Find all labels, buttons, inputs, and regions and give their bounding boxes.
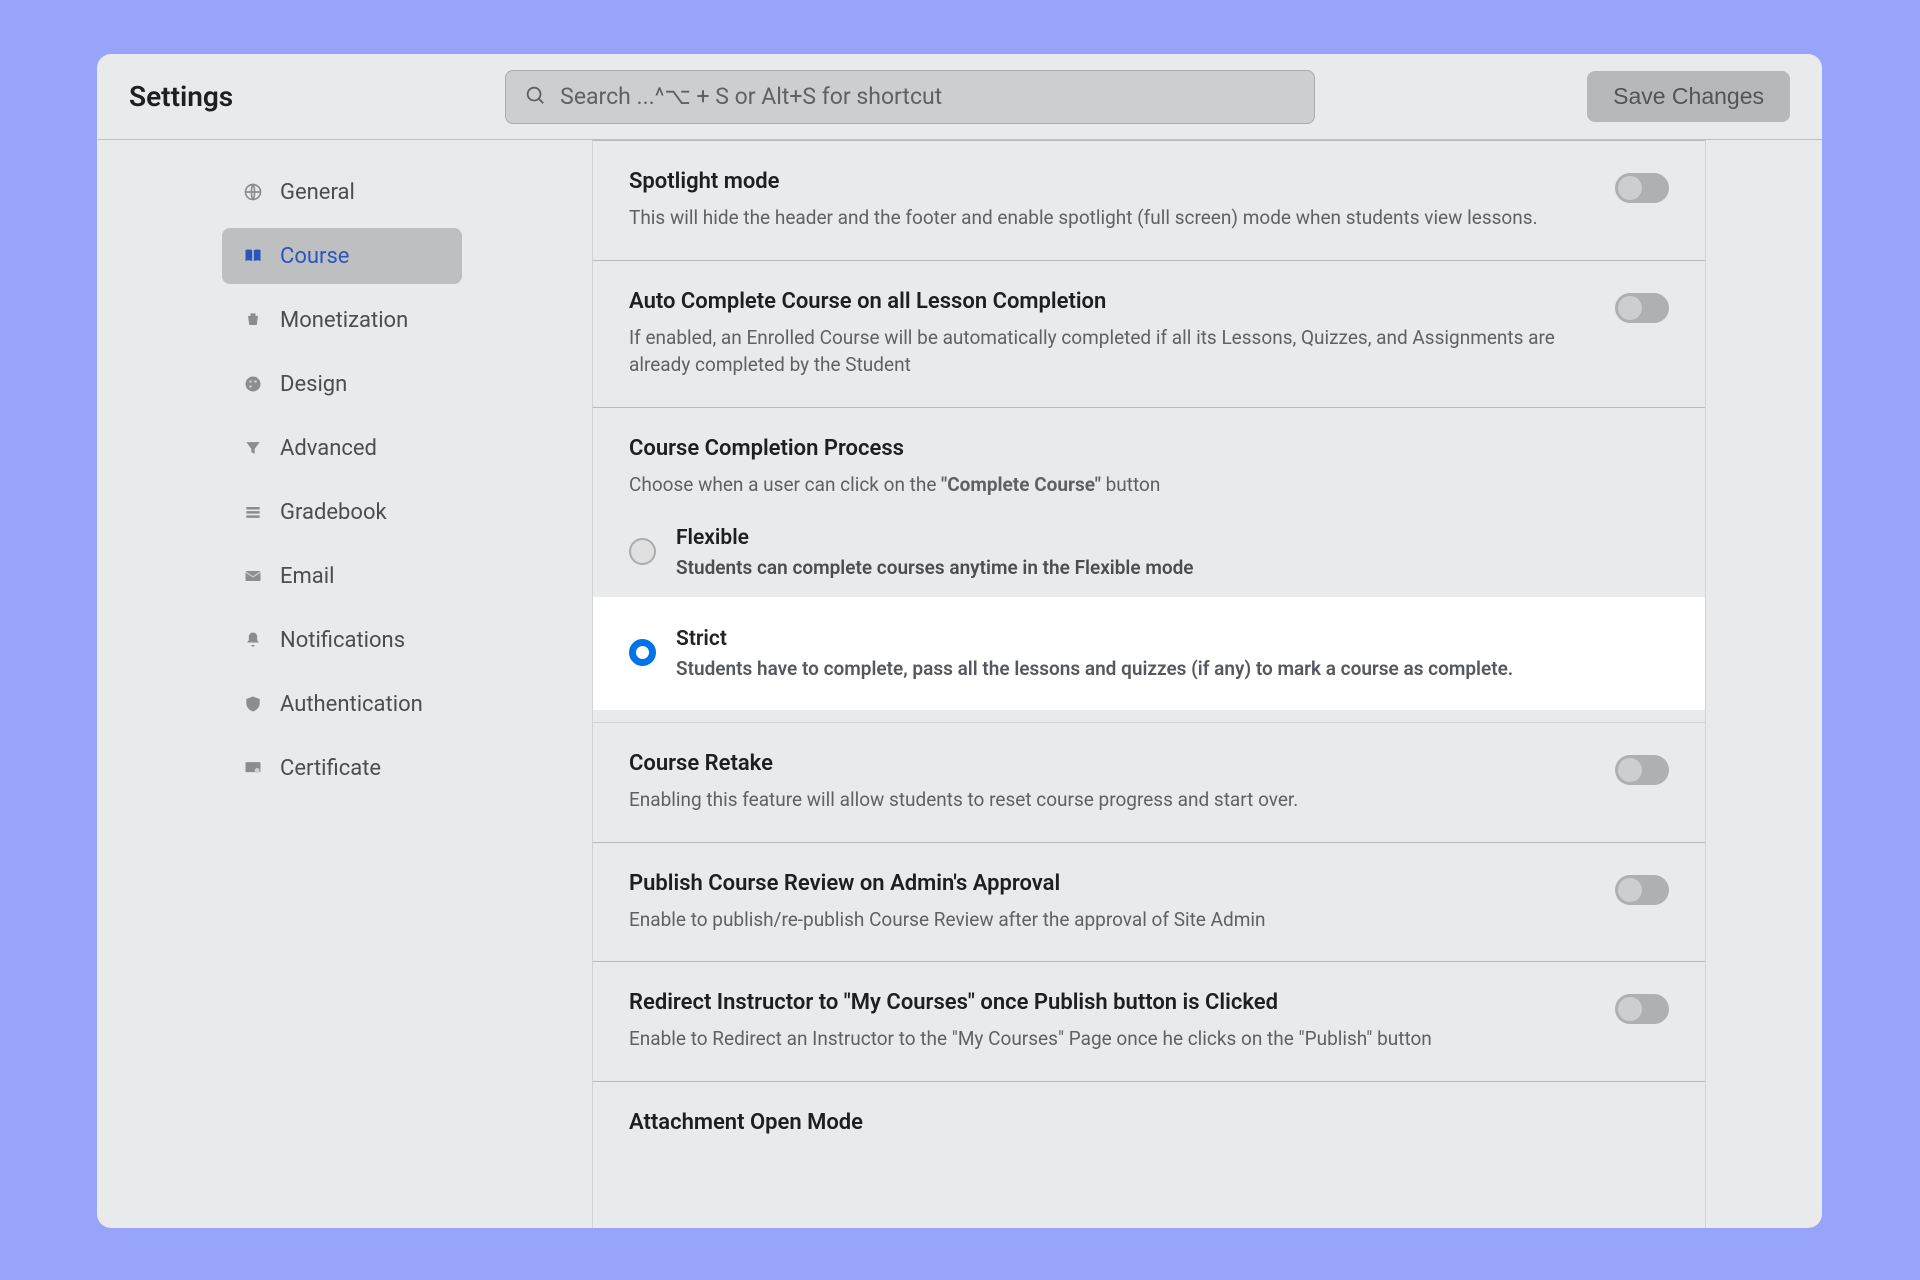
sidebar-item-label: General (280, 180, 355, 205)
setting-title: Redirect Instructor to "My Courses" once… (629, 990, 1575, 1015)
publish-review-toggle[interactable] (1615, 875, 1669, 905)
setting-desc: This will hide the header and the footer… (629, 204, 1575, 232)
search-placeholder: Search ...^⌥ + S or Alt+S for shortcut (560, 83, 942, 110)
spotlight-toggle[interactable] (1615, 173, 1669, 203)
filter-icon (242, 437, 264, 459)
completion-option-flexible[interactable]: Flexible Students can complete courses a… (593, 508, 1705, 597)
option-desc: Students have to complete, pass all the … (676, 657, 1513, 680)
setting-desc: Choose when a user can click on the "Com… (629, 471, 1669, 499)
completion-option-strict[interactable]: Strict Students have to complete, pass a… (593, 597, 1705, 710)
sidebar-item-label: Authentication (280, 692, 423, 717)
setting-publish-review: Publish Course Review on Admin's Approva… (593, 843, 1705, 963)
sidebar-item-label: Gradebook (280, 500, 387, 525)
sidebar-item-label: Advanced (280, 436, 377, 461)
mail-icon (242, 565, 264, 587)
sidebar-item-gradebook[interactable]: Gradebook (222, 484, 462, 540)
sidebar-item-authentication[interactable]: Authentication (222, 676, 462, 732)
sidebar-item-label: Monetization (280, 308, 408, 333)
page-title: Settings (129, 80, 233, 113)
setting-title: Attachment Open Mode (629, 1110, 1669, 1135)
sidebar-item-email[interactable]: Email (222, 548, 462, 604)
setting-desc: If enabled, an Enrolled Course will be a… (629, 324, 1575, 379)
sidebar-item-design[interactable]: Design (222, 356, 462, 412)
retake-toggle[interactable] (1615, 755, 1669, 785)
option-desc: Students can complete courses anytime in… (676, 556, 1194, 579)
certificate-icon (242, 757, 264, 779)
search-icon (524, 84, 560, 110)
palette-icon (242, 373, 264, 395)
setting-title: Spotlight mode (629, 169, 1575, 194)
radio-selected-icon (629, 639, 656, 666)
redirect-instructor-toggle[interactable] (1615, 994, 1669, 1024)
sidebar-item-advanced[interactable]: Advanced (222, 420, 462, 476)
setting-spotlight-mode: Spotlight mode This will hide the header… (593, 140, 1705, 261)
search-input[interactable]: Search ...^⌥ + S or Alt+S for shortcut (505, 70, 1315, 124)
sidebar-item-monetization[interactable]: Monetization (222, 292, 462, 348)
option-label: Flexible (676, 526, 1194, 550)
sidebar-item-certificate[interactable]: Certificate (222, 740, 462, 796)
setting-course-retake: Course Retake Enabling this feature will… (593, 723, 1705, 843)
option-label: Strict (676, 627, 1513, 651)
bell-icon (242, 629, 264, 651)
setting-auto-complete: Auto Complete Course on all Lesson Compl… (593, 261, 1705, 408)
setting-attachment-open-mode: Attachment Open Mode (593, 1082, 1705, 1145)
sidebar-item-notifications[interactable]: Notifications (222, 612, 462, 668)
radio-unselected-icon (629, 538, 656, 565)
setting-desc: Enable to publish/re-publish Course Revi… (629, 906, 1575, 934)
auto-complete-toggle[interactable] (1615, 293, 1669, 323)
sidebar-item-label: Notifications (280, 628, 405, 653)
setting-title: Auto Complete Course on all Lesson Compl… (629, 289, 1575, 314)
shopping-icon (242, 309, 264, 331)
setting-desc: Enabling this feature will allow student… (629, 786, 1575, 814)
setting-desc: Enable to Redirect an Instructor to the … (629, 1025, 1575, 1053)
setting-title: Course Completion Process (629, 436, 1669, 461)
setting-title: Course Retake (629, 751, 1575, 776)
sidebar-item-label: Certificate (280, 756, 381, 781)
layers-icon (242, 501, 264, 523)
setting-completion-process-header: Course Completion Process Choose when a … (593, 408, 1705, 509)
sidebar-item-course[interactable]: Course (222, 228, 462, 284)
save-changes-button[interactable]: Save Changes (1587, 71, 1790, 122)
setting-redirect-instructor: Redirect Instructor to "My Courses" once… (593, 962, 1705, 1082)
shield-icon (242, 693, 264, 715)
globe-icon (242, 181, 264, 203)
sidebar-item-general[interactable]: General (222, 164, 462, 220)
sidebar-item-label: Course (280, 244, 349, 269)
setting-title: Publish Course Review on Admin's Approva… (629, 871, 1575, 896)
sidebar-item-label: Design (280, 372, 347, 397)
book-icon (242, 245, 264, 267)
sidebar-item-label: Email (280, 564, 334, 589)
